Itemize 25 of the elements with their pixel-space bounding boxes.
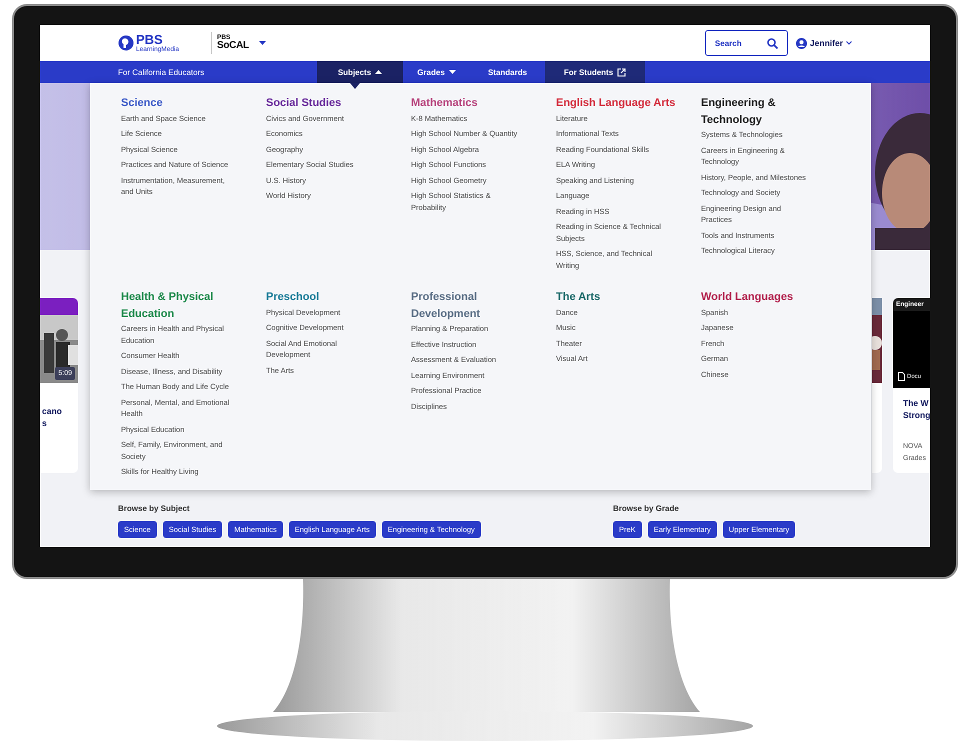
section-heading: Browse by Grade — [613, 504, 680, 513]
card-title[interactable]: Strong — [903, 409, 930, 421]
subject-heading[interactable]: Social Studies — [266, 95, 388, 112]
subject-heading[interactable]: English Language Arts — [556, 95, 678, 112]
card-title[interactable]: cano — [42, 405, 78, 417]
search-button[interactable]: Search — [704, 30, 788, 56]
user-name[interactable]: Jennifer — [810, 38, 843, 48]
subject-heading[interactable]: Mathematics — [411, 95, 533, 112]
card-title[interactable]: s — [42, 417, 78, 429]
nav-tab[interactable]: Grades — [403, 61, 470, 83]
card-title[interactable]: The W — [903, 397, 930, 409]
section-heading: Browse by Subject — [118, 504, 191, 513]
nav-tab[interactable]: Standards — [470, 61, 545, 83]
region-label: For California Educators — [117, 66, 206, 78]
nav-tab[interactable]: For Students — [545, 61, 645, 83]
subject-heading[interactable]: Professional Development — [411, 289, 533, 322]
subject-heading[interactable]: Science — [121, 95, 243, 112]
subject-heading[interactable]: The Arts — [556, 289, 678, 306]
subject-heading[interactable]: Health & Physical Education — [121, 289, 243, 322]
subject-heading[interactable]: Preschool — [266, 289, 388, 306]
nav-tab[interactable]: Subjects — [317, 61, 403, 83]
subject-heading[interactable]: Engineering & Technology — [701, 95, 823, 128]
logo-text: PBS — [136, 34, 163, 46]
subject-heading[interactable]: World Languages — [701, 289, 823, 306]
station-logo-text: SoCAL — [217, 41, 249, 51]
